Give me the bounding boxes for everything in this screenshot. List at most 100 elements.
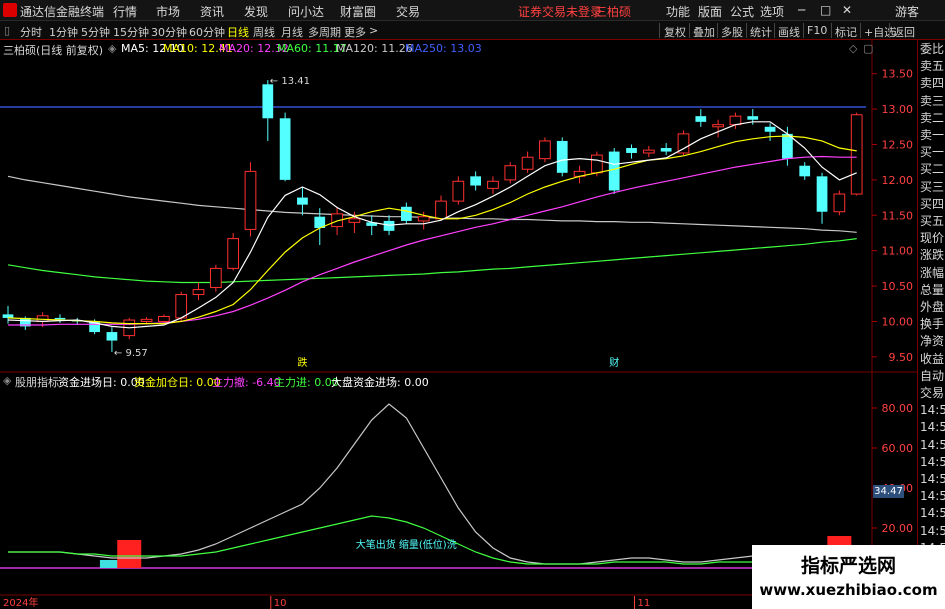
watermark-logo: 指标严选网 www.xuezhibiao.com	[752, 545, 945, 609]
side-panel-item[interactable]: 14:56	[920, 455, 945, 469]
expand-icon[interactable]: ▢	[863, 42, 873, 55]
candle-down	[279, 118, 291, 180]
candle-up	[833, 193, 846, 213]
side-panel-item[interactable]: 外盘	[920, 301, 944, 314]
side-panel-item[interactable]: 14:56	[920, 404, 945, 417]
price-axis-label: 11.50	[882, 209, 914, 222]
candle-up	[192, 289, 205, 296]
trading-terminal: 通达信金融终端 行情 市场 资讯 发现 问小达 财富圈 交易 证券交易未登录 三…	[0, 0, 945, 609]
indicator-note: 大笔出货 缩量(低位)洗	[356, 538, 457, 551]
side-panel-item[interactable]: 委比	[920, 43, 944, 56]
indicator-title: 股朋指标	[15, 376, 59, 389]
side-panel-item[interactable]: 14:56	[920, 524, 945, 538]
ma20-line	[8, 155, 857, 326]
side-panel-item[interactable]: 换手	[920, 318, 944, 331]
candle-down	[262, 84, 274, 119]
candle-up	[850, 114, 863, 195]
candle-down	[695, 116, 707, 122]
candle-up	[227, 238, 240, 269]
indicator-bar	[117, 540, 142, 568]
candle-down	[54, 317, 66, 320]
candle-down	[764, 126, 776, 132]
side-panel-item[interactable]: 涨幅	[920, 266, 944, 280]
candle-down	[2, 314, 14, 318]
side-panel-item[interactable]: 现价	[920, 232, 944, 245]
side-panel-item[interactable]: 卖三	[920, 94, 944, 108]
sub-axis-label: 80.00	[882, 402, 914, 415]
high-price-label: ← 13.41	[270, 76, 310, 87]
side-panel-item[interactable]: 14:56	[920, 421, 945, 434]
candle-down	[297, 197, 308, 205]
side-panel-item[interactable]: 卖一	[920, 129, 944, 142]
side-panel-item[interactable]: 卖五	[920, 60, 944, 73]
side-panel-item[interactable]: 14:56	[920, 438, 945, 452]
date-label: 11	[638, 598, 651, 609]
legend-market-in: 大盘资金进场: 0.00	[331, 376, 429, 389]
price-axis-label: 10.50	[882, 280, 914, 293]
ma60-line	[7, 238, 857, 284]
ma5-line	[7, 121, 857, 329]
candle-up	[158, 315, 170, 322]
candle-down	[556, 140, 568, 173]
watermark-title: 指标严选网	[800, 555, 896, 577]
side-panel-item[interactable]: 涨跌	[920, 249, 944, 262]
candle-down	[747, 116, 759, 120]
low-price-label: ← 9.57	[114, 348, 148, 359]
side-panel-item[interactable]: 总量	[920, 283, 944, 297]
side-panel-item[interactable]: 买五	[920, 215, 944, 228]
price-axis-label: 13.50	[882, 68, 914, 81]
side-panel-item[interactable]: 14:56	[920, 507, 945, 520]
date-label: 2024年	[3, 596, 38, 609]
candle-up	[452, 180, 465, 202]
candle-up	[175, 294, 188, 319]
side-panel-item[interactable]: 14:56	[920, 490, 945, 503]
candle-down	[626, 148, 637, 153]
quote-side-panel: 委比卖五卖四卖三卖二卖一买一买二买三买四买五现价涨跌涨幅总量外盘换手净资收益自动…	[917, 40, 945, 609]
side-panel-item[interactable]: 买一	[920, 146, 944, 159]
candle-down	[799, 165, 811, 177]
price-axis-label: 9.50	[889, 351, 914, 364]
kline-chart[interactable]: 13.50 13.00 12.50 12.00 11.50 11.00 10.50 10.00…	[0, 0, 945, 609]
candle-down	[106, 332, 118, 341]
side-panel-item[interactable]: 买三	[920, 180, 944, 194]
chart-mark-1: 跌	[297, 356, 307, 369]
ma10-line	[7, 135, 857, 325]
ma120-line	[7, 175, 857, 233]
legend-ma250: MA250: 13.03	[405, 42, 482, 55]
candle-down	[383, 220, 395, 231]
chart-mark-2: 财	[609, 356, 619, 369]
side-panel-item[interactable]: 卖二	[920, 111, 944, 125]
indicator-current-value: 34.47	[873, 485, 904, 498]
candle-up	[140, 318, 153, 322]
watermark-url: www.xuezhibiao.com	[759, 581, 938, 599]
side-panel-item[interactable]: 净资	[920, 335, 944, 348]
diamond-icon[interactable]: ◇	[849, 42, 857, 55]
candle-up	[521, 156, 534, 170]
candle-down	[608, 151, 620, 191]
side-panel-item[interactable]: 14:56	[920, 473, 945, 486]
side-panel-item[interactable]: 卖四	[920, 77, 944, 90]
legend-fund-in: 资金进场日: 0.00	[58, 376, 145, 389]
candle-down	[470, 176, 482, 186]
ma-settings-icon[interactable]: ◈	[108, 42, 116, 55]
legend-main-out: 主力撤: -6.40	[212, 376, 281, 389]
candle-up	[712, 124, 724, 128]
price-axis-label: 11.00	[882, 245, 914, 258]
date-label: 10	[274, 598, 287, 609]
side-panel-item[interactable]: 买四	[920, 197, 944, 211]
side-panel-item[interactable]: 收益	[920, 352, 944, 366]
candle-down	[816, 176, 828, 212]
price-axis-label: 13.00	[882, 103, 914, 116]
candle-up	[504, 165, 517, 181]
candle-down	[660, 148, 672, 152]
price-axis-label: 12.00	[882, 174, 914, 187]
indicator-settings-icon[interactable]: ◈	[3, 374, 11, 387]
chart-title: 三柏硕(日线 前复权)	[3, 44, 104, 57]
side-panel-item[interactable]: 买二	[920, 163, 944, 176]
candle-up	[244, 170, 257, 230]
candle-up	[729, 115, 742, 126]
legend-ma120: MA120: 11.26	[336, 42, 413, 55]
price-axis-label: 12.50	[882, 138, 914, 151]
side-panel-item[interactable]: 自动	[920, 369, 944, 383]
side-panel-item[interactable]: 交易	[920, 387, 944, 400]
